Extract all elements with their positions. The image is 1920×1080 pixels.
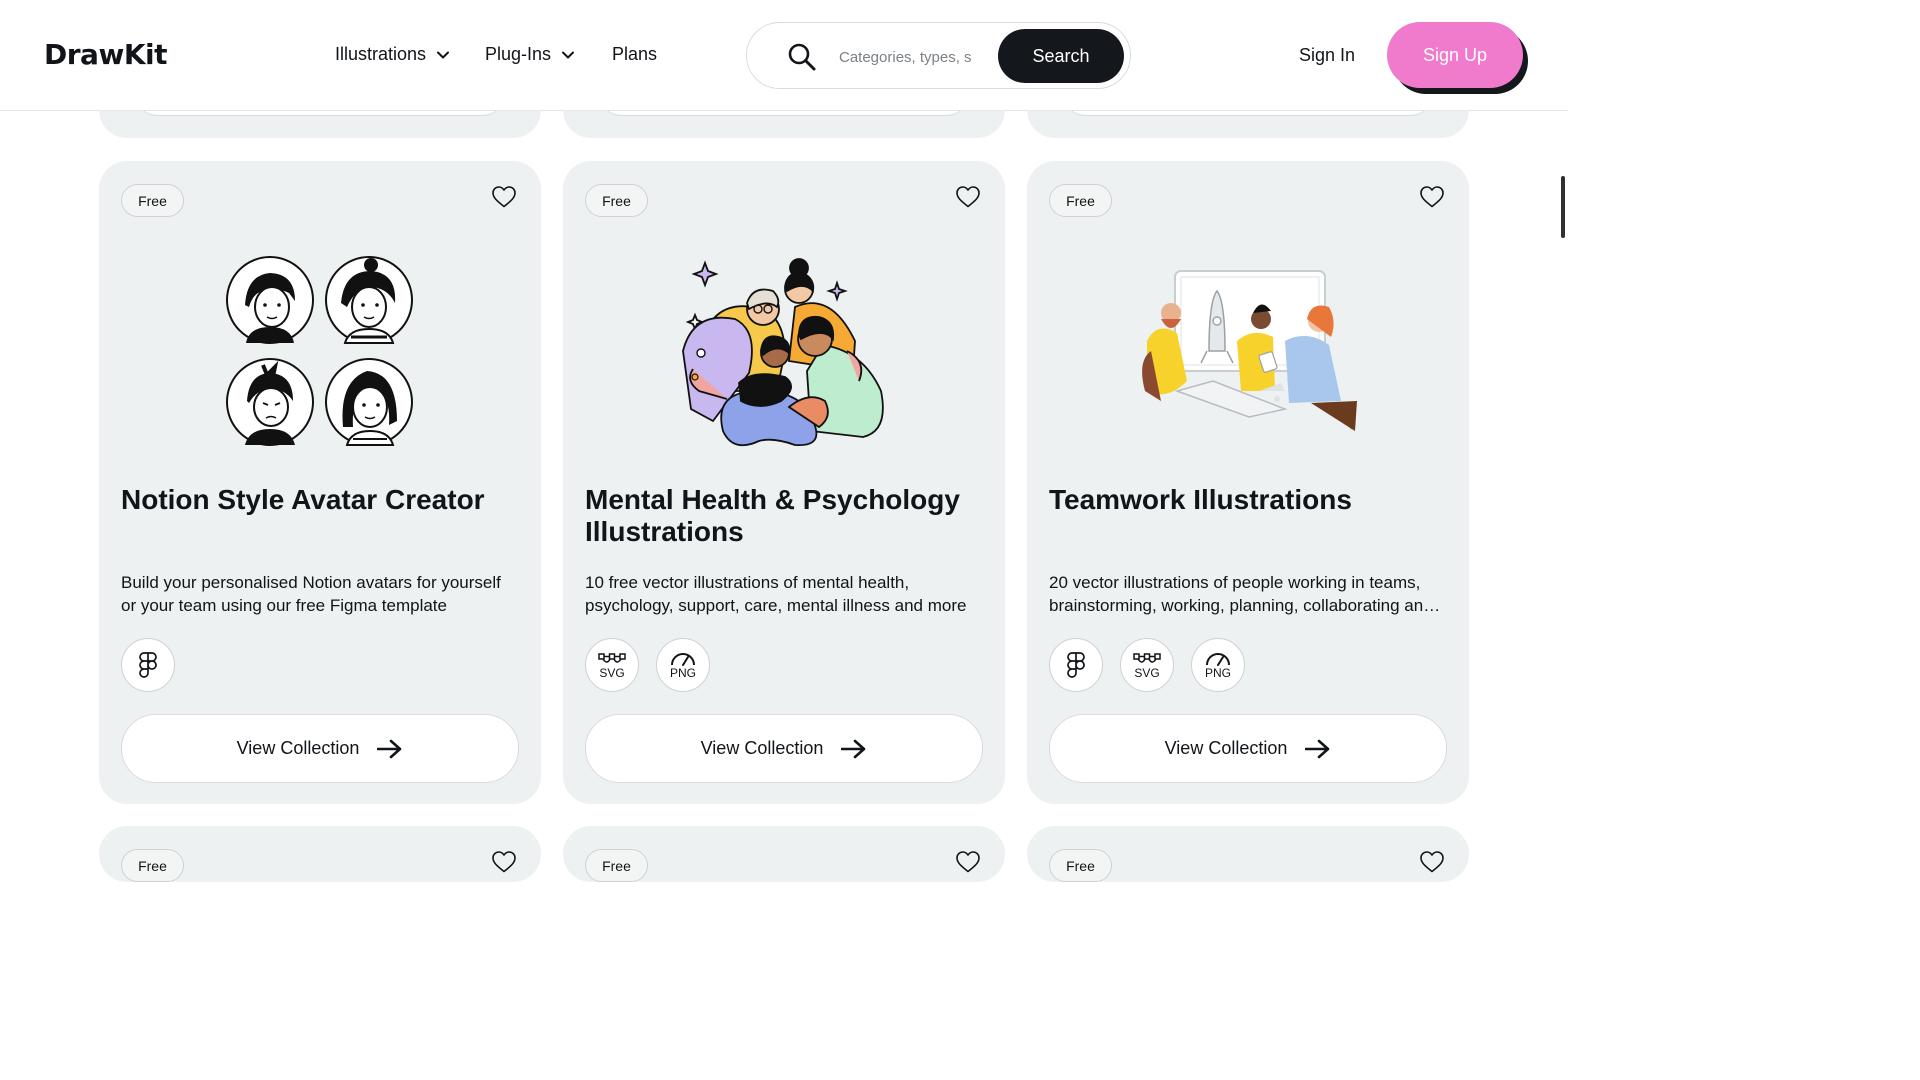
- teamwork-illustration: [1142, 270, 1357, 431]
- free-badge: Free: [121, 849, 184, 882]
- format-label: PNG: [669, 665, 696, 680]
- arrow-right-icon: [841, 739, 866, 758]
- heart-icon[interactable]: [955, 850, 981, 874]
- view-collection-button[interactable]: View Collection: [585, 714, 983, 783]
- mental-health-illustration: [682, 258, 884, 447]
- avatar-face-2: [325, 256, 413, 344]
- search-input[interactable]: [839, 43, 974, 71]
- gauge-icon: [1206, 652, 1230, 666]
- figma-icon: [1067, 652, 1085, 678]
- avatar-face-4: [325, 358, 413, 446]
- nav-plans[interactable]: Plans: [612, 44, 657, 65]
- avatar-illustration: [226, 256, 413, 446]
- card-title[interactable]: Teamwork Illustrations: [1049, 484, 1449, 516]
- format-label: SVG: [1134, 665, 1160, 680]
- heart-icon[interactable]: [1419, 850, 1445, 874]
- avatar-face-1: [226, 256, 314, 344]
- search-button[interactable]: Search: [998, 29, 1124, 83]
- card-description-line: 10 free vector illustrations of mental h…: [585, 573, 910, 592]
- collection-card-partial: Free: [563, 826, 1005, 882]
- gauge-icon: [671, 652, 695, 666]
- avatar-face-3: [226, 358, 314, 446]
- nav-illustrations[interactable]: Illustrations: [335, 44, 450, 65]
- view-collection-label: View Collection: [1164, 738, 1288, 758]
- free-badge: Free: [1049, 849, 1112, 882]
- card-title[interactable]: Notion Style Avatar Creator: [121, 484, 521, 516]
- free-badge: Free: [585, 849, 648, 882]
- card-description: 20 vector illustrations of people workin…: [1049, 571, 1447, 617]
- heart-icon[interactable]: [491, 850, 517, 874]
- view-collection-label: View Collection: [700, 738, 824, 758]
- format-label: PNG: [1204, 665, 1231, 680]
- collection-card-partial: Free: [1027, 826, 1469, 882]
- free-badge: Free: [121, 184, 184, 217]
- view-collection-button[interactable]: View Collection: [121, 714, 519, 783]
- format-badge-figma: [1049, 638, 1103, 692]
- sign-in-link[interactable]: Sign In: [1299, 45, 1355, 66]
- card-title[interactable]: Mental Health & Psychology Illustrations: [585, 484, 985, 548]
- view-collection-button[interactable]: View Collection: [1049, 714, 1447, 783]
- format-badge-svg: SVG: [585, 638, 639, 692]
- figma-icon: [139, 652, 157, 678]
- card-description: Build your personalised Notion avatars f…: [121, 571, 519, 617]
- chevron-down-icon: [562, 51, 575, 58]
- vector-pen-icon: [1133, 652, 1161, 663]
- arrow-right-icon: [377, 739, 402, 758]
- card-description-line: Build your personalised Notion avatars f…: [121, 573, 501, 592]
- card-description-line: or your team using our free Figma templa…: [121, 596, 447, 615]
- collection-card: Free Mental Health & Psychology Illustra…: [563, 161, 1005, 804]
- nav-plug-ins[interactable]: Plug-Ins: [485, 44, 575, 65]
- collection-card-partial: Free: [99, 826, 541, 882]
- format-badge-svg: SVG: [1120, 638, 1174, 692]
- card-description-line: 20 vector illustrations of people workin…: [1049, 573, 1421, 592]
- heart-icon[interactable]: [955, 185, 981, 209]
- free-badge: Free: [1049, 184, 1112, 217]
- arrow-right-icon: [1305, 739, 1330, 758]
- sign-up-button[interactable]: Sign Up: [1387, 22, 1523, 88]
- site-header: DrawKit Illustrations Plug-Ins Plans Sea…: [0, 0, 1568, 111]
- nav-illustrations-label: Illustrations: [335, 44, 427, 64]
- free-badge: Free: [585, 184, 648, 217]
- nav-plug-ins-label: Plug-Ins: [485, 44, 552, 64]
- search-bar: Search: [746, 22, 1131, 89]
- page-scrollbar-thumb[interactable]: [1561, 176, 1565, 238]
- card-description: 10 free vector illustrations of mental h…: [585, 571, 983, 617]
- format-badge-figma: [121, 638, 175, 692]
- format-badge-png: PNG: [656, 638, 710, 692]
- drawkit-logo[interactable]: DrawKit: [44, 38, 168, 71]
- format-badge-png: PNG: [1191, 638, 1245, 692]
- card-description-line: psychology, support, care, mental illnes…: [585, 596, 967, 615]
- card-description-line: brainstorming, working, planning, collab…: [1049, 596, 1441, 615]
- vector-pen-icon: [598, 652, 626, 663]
- nav-plans-label: Plans: [612, 44, 658, 64]
- view-collection-label: View Collection: [236, 738, 360, 758]
- collection-card: Free Notion Style Avatar Creator Build y…: [99, 161, 541, 804]
- search-icon: [788, 43, 816, 71]
- format-label: SVG: [599, 665, 625, 680]
- chevron-down-icon: [437, 51, 450, 58]
- heart-icon[interactable]: [491, 185, 517, 209]
- collection-card: Free Teamwork Illustrations 20 vector il…: [1027, 161, 1469, 804]
- heart-icon[interactable]: [1419, 185, 1445, 209]
